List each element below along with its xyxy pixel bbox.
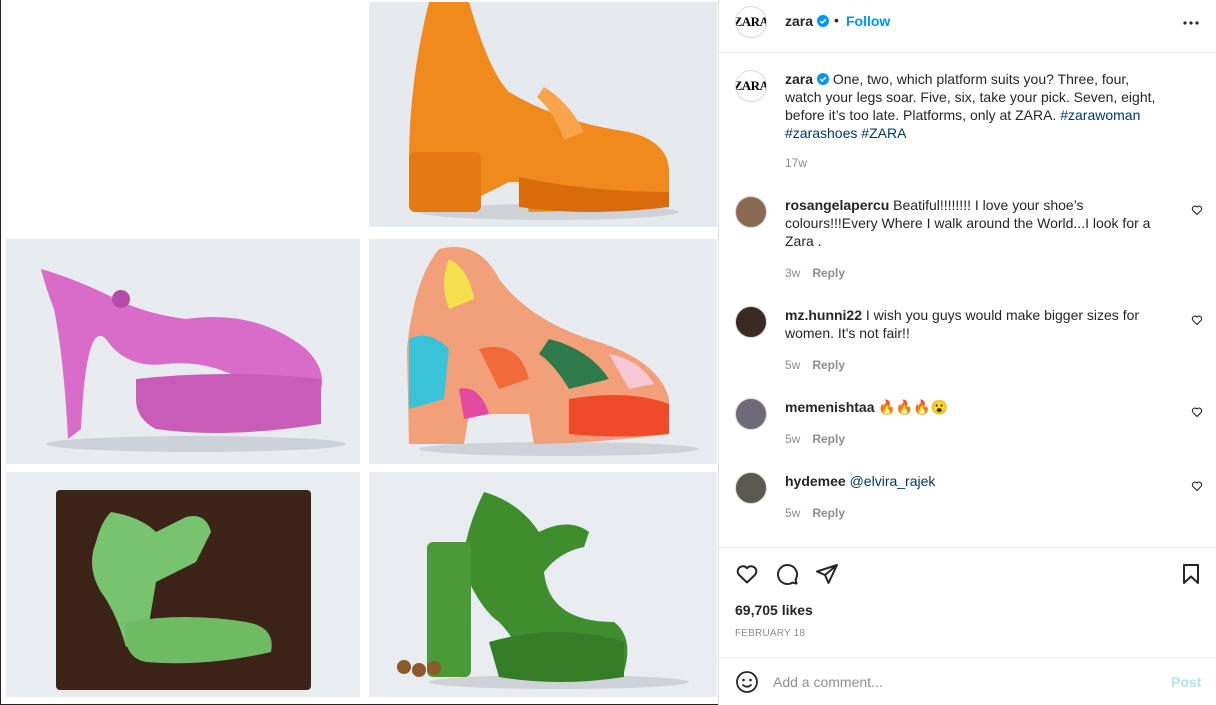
zara-logo: ZARA xyxy=(735,14,767,29)
grass-shoe-soil-image xyxy=(6,472,360,697)
post-actions: 69,705 likes FEBRUARY 18 xyxy=(719,547,1216,657)
like-comment-heart-icon[interactable] xyxy=(1191,314,1203,326)
reply-button[interactable]: Reply xyxy=(812,266,845,280)
like-comment-heart-icon[interactable] xyxy=(1191,480,1203,492)
avatar-zara[interactable]: ZARA xyxy=(735,6,767,38)
hashtag-link[interactable]: #ZARA xyxy=(861,125,906,141)
comment-text: memenishtaa 🔥🔥🔥😮 xyxy=(785,398,1165,416)
hashtag-link[interactable]: #zarashoes xyxy=(785,125,857,141)
comment-username[interactable]: rosangelapercu xyxy=(785,197,889,213)
header-username[interactable]: zara xyxy=(785,13,830,29)
comment-timestamp[interactable]: 3w xyxy=(785,266,800,280)
verified-badge-icon xyxy=(817,73,830,85)
verified-badge-icon xyxy=(817,15,830,27)
comment-timestamp[interactable]: 5w xyxy=(785,358,800,372)
follow-button[interactable]: Follow xyxy=(846,13,890,29)
post-header: ZARA zara • Follow xyxy=(719,0,1216,53)
post-media[interactable] xyxy=(0,0,718,705)
caption-meta: 17w xyxy=(785,156,807,170)
more-options-icon[interactable] xyxy=(1181,13,1201,33)
comment-timestamp[interactable]: 5w xyxy=(785,432,800,446)
zara-logo: ZARA xyxy=(735,78,767,93)
comment-meta: 5w Reply xyxy=(785,432,845,446)
comments-list[interactable]: ZARA zara One, two, which platform suits… xyxy=(719,54,1216,547)
avatar-zara-caption[interactable]: ZARA xyxy=(735,70,767,102)
post-comment-button[interactable]: Post xyxy=(1171,674,1201,690)
media-tile-grass-platform-heel[interactable] xyxy=(369,472,717,697)
avatar-memenishtaa[interactable] xyxy=(735,398,767,430)
header-separator: • xyxy=(834,12,839,28)
caption-text: zara One, two, which platform suits you?… xyxy=(785,70,1165,142)
comment-body: 🔥🔥🔥😮 xyxy=(878,399,949,415)
orange-platform-shoe-image xyxy=(369,2,717,227)
reply-button[interactable]: Reply xyxy=(812,506,845,520)
heart-icon[interactable] xyxy=(735,562,759,586)
avatar-mz-hunni22[interactable] xyxy=(735,306,767,338)
comment-input[interactable] xyxy=(773,671,1153,693)
comment-text: hydemee @elvira_rajek xyxy=(785,472,1165,490)
media-tile-blank xyxy=(6,2,360,227)
likes-count[interactable]: 69,705 likes xyxy=(735,602,813,618)
like-comment-heart-icon[interactable] xyxy=(1191,406,1203,418)
avatar-hydemee[interactable] xyxy=(735,472,767,504)
grass-platform-heel-image xyxy=(369,472,717,697)
comment-icon[interactable] xyxy=(775,562,799,586)
post-details-panel: ZARA zara • Follow ZARA zara One, two, w… xyxy=(718,0,1216,705)
avatar-rosangelapercu[interactable] xyxy=(735,196,767,228)
comment-username[interactable]: memenishtaa xyxy=(785,399,874,415)
multicolor-platform-shoe-image xyxy=(369,239,717,464)
media-tile-multicolor-platform-loafer[interactable] xyxy=(369,239,717,464)
share-icon[interactable] xyxy=(815,562,839,586)
media-tile-pink-platform-heel[interactable] xyxy=(6,239,360,464)
caption-timestamp[interactable]: 17w xyxy=(785,156,807,170)
add-comment-bar: Post xyxy=(719,657,1216,705)
post-date[interactable]: FEBRUARY 18 xyxy=(735,628,805,639)
comment-timestamp[interactable]: 5w xyxy=(785,506,800,520)
pink-platform-heel-image xyxy=(6,239,360,464)
comment-meta: 5w Reply xyxy=(785,358,845,372)
media-tile-orange-platform-loafer[interactable] xyxy=(369,2,717,227)
comment-mention-link[interactable]: @elvira_rajek xyxy=(850,473,936,489)
hashtag-link[interactable]: #zarawoman xyxy=(1060,107,1140,123)
media-tile-grass-heel-on-soil[interactable] xyxy=(6,472,360,697)
emoji-icon[interactable] xyxy=(735,670,759,694)
comment-meta: 3w Reply xyxy=(785,266,845,280)
comment-username[interactable]: mz.hunni22 xyxy=(785,307,862,323)
comment-username[interactable]: hydemee xyxy=(785,473,846,489)
like-comment-heart-icon[interactable] xyxy=(1191,204,1203,216)
reply-button[interactable]: Reply xyxy=(812,432,845,446)
bookmark-icon[interactable] xyxy=(1179,562,1203,586)
reply-button[interactable]: Reply xyxy=(812,358,845,372)
comment-text: mz.hunni22 I wish you guys would make bi… xyxy=(785,306,1165,342)
comment-meta: 5w Reply xyxy=(785,506,845,520)
comment-text: rosangelapercu Beatiful!!!!!!!! I love y… xyxy=(785,196,1165,250)
caption-username[interactable]: zara xyxy=(785,71,830,87)
